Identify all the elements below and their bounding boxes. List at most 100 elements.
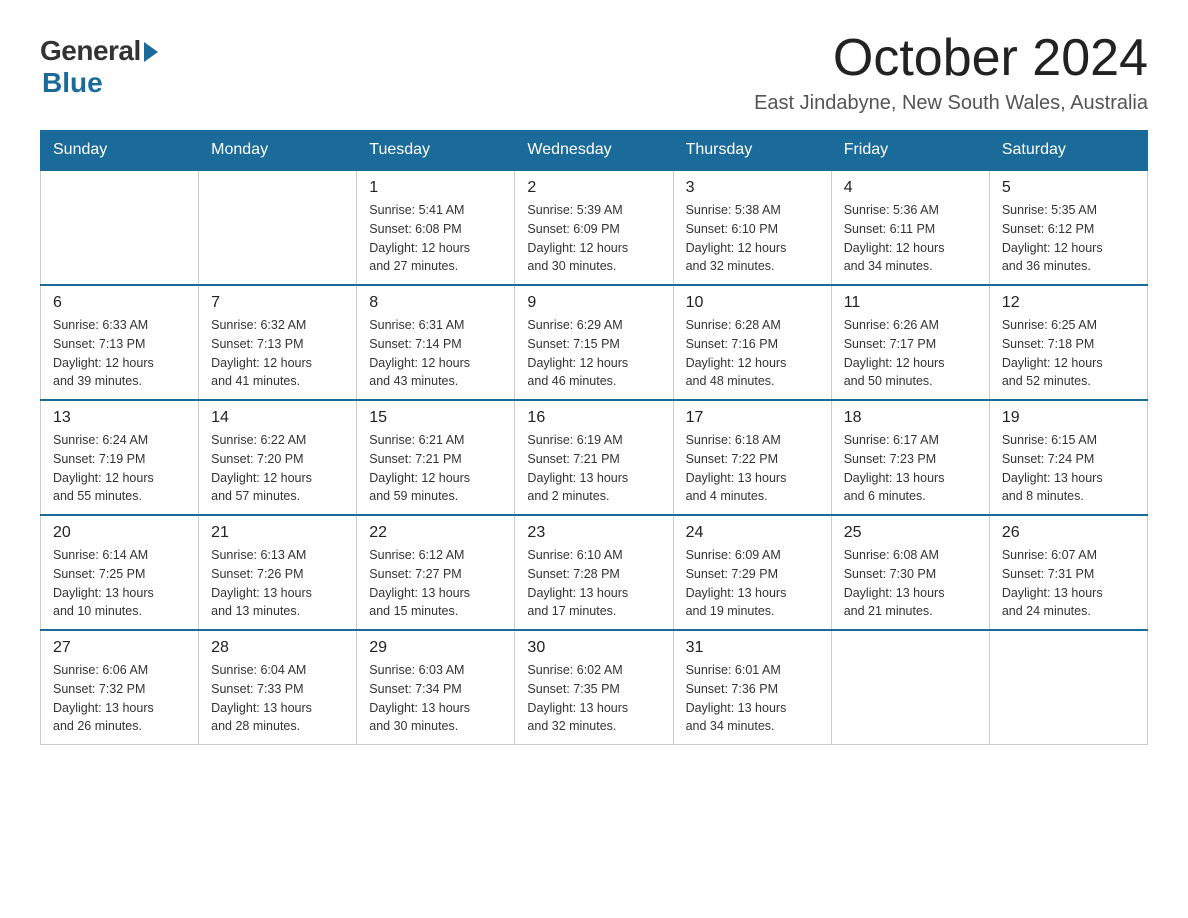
day-cell-5: 4Sunrise: 5:36 AM Sunset: 6:11 PM Daylig…	[831, 170, 989, 285]
day-cell-33	[831, 630, 989, 745]
day-number: 24	[686, 524, 819, 542]
header-cell-friday: Friday	[831, 131, 989, 171]
day-cell-6: 5Sunrise: 5:35 AM Sunset: 6:12 PM Daylig…	[989, 170, 1147, 285]
day-info: Sunrise: 6:26 AM Sunset: 7:17 PM Dayligh…	[844, 316, 977, 391]
day-cell-14: 13 Sunrise: 6:24 AM Sunset: 7:19 PM Dayli…	[41, 400, 199, 515]
day-number: 10	[686, 294, 819, 312]
day-number: 15	[369, 409, 502, 427]
day-number: 23	[527, 524, 660, 542]
day-number: 12	[1002, 294, 1135, 312]
day-number: 8	[369, 294, 502, 312]
day-number: 18	[844, 409, 977, 427]
logo-triangle-icon	[144, 42, 158, 62]
day-info: Sunrise: 6:22 AM Sunset: 7:20 PM Dayligh…	[211, 431, 344, 506]
day-cell-7: 6Sunrise: 6:33 AM Sunset: 7:13 PM Daylig…	[41, 285, 199, 400]
day-cell-17: 16Sunrise: 6:19 AM Sunset: 7:21 PM Dayli…	[515, 400, 673, 515]
day-cell-10: 9Sunrise: 6:29 AM Sunset: 7:15 PM Daylig…	[515, 285, 673, 400]
day-cell-0	[41, 170, 199, 285]
day-info: Sunrise: 6:18 AM Sunset: 7:22 PM Dayligh…	[686, 431, 819, 506]
day-info: Sunrise: 6:15 AM Sunset: 7:24 PM Dayligh…	[1002, 431, 1135, 506]
header-cell-monday: Monday	[199, 131, 357, 171]
day-cell-11: 10 Sunrise: 6:28 AM Sunset: 7:16 PM Dayli…	[673, 285, 831, 400]
week-row-2: 6Sunrise: 6:33 AM Sunset: 7:13 PM Daylig…	[41, 285, 1148, 400]
day-number: 21	[211, 524, 344, 542]
day-number: 7	[211, 294, 344, 312]
day-number: 4	[844, 179, 977, 197]
day-number: 28	[211, 639, 344, 657]
day-number: 27	[53, 639, 186, 657]
day-info: Sunrise: 6:32 AM Sunset: 7:13 PM Dayligh…	[211, 316, 344, 391]
header-cell-thursday: Thursday	[673, 131, 831, 171]
week-row-5: 27 Sunrise: 6:06 AM Sunset: 7:32 PM Dayli…	[41, 630, 1148, 745]
logo-general-text: General	[40, 35, 141, 67]
calendar-header: SundayMondayTuesdayWednesdayThursdayFrid…	[41, 131, 1148, 171]
day-number: 30	[527, 639, 660, 657]
day-number: 6	[53, 294, 186, 312]
day-cell-23: 22 Sunrise: 6:12 AM Sunset: 7:27 PM Dayli…	[357, 515, 515, 630]
day-cell-29: 28 Sunrise: 6:04 AM Sunset: 7:33 PM Dayli…	[199, 630, 357, 745]
day-cell-16: 15 Sunrise: 6:21 AM Sunset: 7:21 PM Dayli…	[357, 400, 515, 515]
day-number: 14	[211, 409, 344, 427]
calendar-body: 1 Sunrise: 5:41 AM Sunset: 6:08 PM Daylig…	[41, 170, 1148, 745]
day-number: 13	[53, 409, 186, 427]
day-info: Sunrise: 6:31 AM Sunset: 7:14 PM Dayligh…	[369, 316, 502, 391]
week-row-4: 20Sunrise: 6:14 AM Sunset: 7:25 PM Dayli…	[41, 515, 1148, 630]
day-cell-8: 7 Sunrise: 6:32 AM Sunset: 7:13 PM Daylig…	[199, 285, 357, 400]
day-number: 1	[369, 179, 502, 197]
day-number: 25	[844, 524, 977, 542]
day-info: Sunrise: 6:19 AM Sunset: 7:21 PM Dayligh…	[527, 431, 660, 506]
day-info: Sunrise: 6:07 AM Sunset: 7:31 PM Dayligh…	[1002, 546, 1135, 621]
day-info: Sunrise: 6:17 AM Sunset: 7:23 PM Dayligh…	[844, 431, 977, 506]
day-cell-30: 29 Sunrise: 6:03 AM Sunset: 7:34 PM Dayli…	[357, 630, 515, 745]
location-text: East Jindabyne, New South Wales, Austral…	[754, 92, 1148, 115]
day-info: Sunrise: 6:02 AM Sunset: 7:35 PM Dayligh…	[527, 661, 660, 736]
day-cell-24: 23 Sunrise: 6:10 AM Sunset: 7:28 PM Dayli…	[515, 515, 673, 630]
day-cell-18: 17 Sunrise: 6:18 AM Sunset: 7:22 PM Dayli…	[673, 400, 831, 515]
day-cell-9: 8 Sunrise: 6:31 AM Sunset: 7:14 PM Daylig…	[357, 285, 515, 400]
day-cell-1	[199, 170, 357, 285]
day-cell-34	[989, 630, 1147, 745]
day-number: 29	[369, 639, 502, 657]
day-cell-20: 19 Sunrise: 6:15 AM Sunset: 7:24 PM Dayli…	[989, 400, 1147, 515]
day-info: Sunrise: 6:28 AM Sunset: 7:16 PM Dayligh…	[686, 316, 819, 391]
day-number: 11	[844, 294, 977, 312]
day-info: Sunrise: 6:01 AM Sunset: 7:36 PM Dayligh…	[686, 661, 819, 736]
day-info: Sunrise: 6:14 AM Sunset: 7:25 PM Dayligh…	[53, 546, 186, 621]
day-info: Sunrise: 6:10 AM Sunset: 7:28 PM Dayligh…	[527, 546, 660, 621]
day-info: Sunrise: 6:03 AM Sunset: 7:34 PM Dayligh…	[369, 661, 502, 736]
day-cell-13: 12Sunrise: 6:25 AM Sunset: 7:18 PM Dayli…	[989, 285, 1147, 400]
week-row-1: 1 Sunrise: 5:41 AM Sunset: 6:08 PM Daylig…	[41, 170, 1148, 285]
day-info: Sunrise: 5:38 AM Sunset: 6:10 PM Dayligh…	[686, 201, 819, 276]
header-cell-wednesday: Wednesday	[515, 131, 673, 171]
day-info: Sunrise: 6:24 AM Sunset: 7:19 PM Dayligh…	[53, 431, 186, 506]
day-info: Sunrise: 6:09 AM Sunset: 7:29 PM Dayligh…	[686, 546, 819, 621]
day-cell-12: 11 Sunrise: 6:26 AM Sunset: 7:17 PM Dayli…	[831, 285, 989, 400]
day-info: Sunrise: 6:04 AM Sunset: 7:33 PM Dayligh…	[211, 661, 344, 736]
logo-blue-text: Blue	[42, 67, 103, 99]
page-header: General Blue October 2024 East Jindabyne…	[40, 30, 1148, 115]
day-number: 3	[686, 179, 819, 197]
day-info: Sunrise: 6:13 AM Sunset: 7:26 PM Dayligh…	[211, 546, 344, 621]
day-cell-32: 31 Sunrise: 6:01 AM Sunset: 7:36 PM Dayli…	[673, 630, 831, 745]
day-info: Sunrise: 6:06 AM Sunset: 7:32 PM Dayligh…	[53, 661, 186, 736]
day-info: Sunrise: 6:12 AM Sunset: 7:27 PM Dayligh…	[369, 546, 502, 621]
month-title: October 2024	[754, 30, 1148, 87]
day-cell-26: 25Sunrise: 6:08 AM Sunset: 7:30 PM Dayli…	[831, 515, 989, 630]
day-number: 17	[686, 409, 819, 427]
day-cell-21: 20Sunrise: 6:14 AM Sunset: 7:25 PM Dayli…	[41, 515, 199, 630]
header-cell-saturday: Saturday	[989, 131, 1147, 171]
day-cell-15: 14 Sunrise: 6:22 AM Sunset: 7:20 PM Dayli…	[199, 400, 357, 515]
calendar-table: SundayMondayTuesdayWednesdayThursdayFrid…	[40, 130, 1148, 745]
day-number: 22	[369, 524, 502, 542]
day-cell-27: 26Sunrise: 6:07 AM Sunset: 7:31 PM Dayli…	[989, 515, 1147, 630]
day-number: 31	[686, 639, 819, 657]
day-info: Sunrise: 6:21 AM Sunset: 7:21 PM Dayligh…	[369, 431, 502, 506]
day-cell-31: 30 Sunrise: 6:02 AM Sunset: 7:35 PM Dayli…	[515, 630, 673, 745]
day-number: 19	[1002, 409, 1135, 427]
day-cell-25: 24 Sunrise: 6:09 AM Sunset: 7:29 PM Dayli…	[673, 515, 831, 630]
day-number: 2	[527, 179, 660, 197]
logo: General Blue	[40, 30, 158, 99]
day-cell-2: 1 Sunrise: 5:41 AM Sunset: 6:08 PM Daylig…	[357, 170, 515, 285]
day-number: 5	[1002, 179, 1135, 197]
day-info: Sunrise: 5:41 AM Sunset: 6:08 PM Dayligh…	[369, 201, 502, 276]
